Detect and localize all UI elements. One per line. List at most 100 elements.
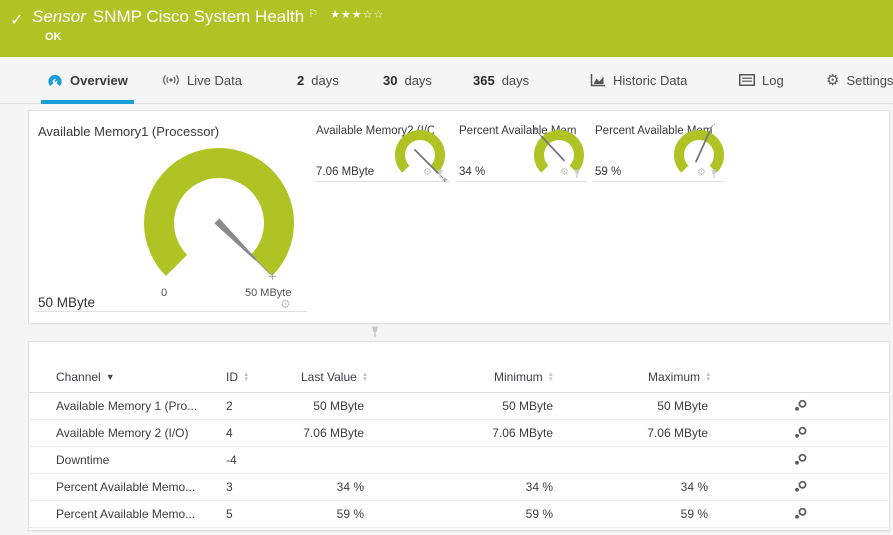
sensor-title-line: Sensor SNMP Cisco System Health ⚐ ★★★☆☆	[32, 7, 384, 27]
column-header-last-value-label: Last Value	[301, 370, 357, 384]
gauge-main-dial	[119, 139, 339, 307]
channel-id: 2	[226, 399, 233, 413]
gauge-main-title: Available Memory1 (Processor)	[38, 124, 219, 139]
channel-edit-icon[interactable]	[789, 426, 813, 442]
tab-settings[interactable]: ⚙ Settings	[820, 57, 893, 103]
sort-both-icon: ▲▼	[362, 372, 368, 382]
channel-edit-icon[interactable]	[789, 507, 813, 523]
tab-historic-data-label: Historic Data	[613, 73, 687, 88]
table-row: Percent Available Memo... 5 59 % 59 % 59…	[29, 501, 889, 528]
channel-edit-icon[interactable]	[789, 480, 813, 496]
gauge-small-3: Percent Available Mem... 59 % ⚙	[593, 123, 724, 182]
tab-log-label: Log	[762, 73, 784, 88]
sort-both-icon: ▲▼	[705, 372, 711, 382]
channel-name[interactable]: Percent Available Memo...	[56, 480, 195, 494]
channel-edit-icon[interactable]	[789, 399, 813, 415]
tab-2-days-unit: days	[311, 73, 338, 88]
status-ok-check-icon: ✓	[10, 10, 23, 30]
table-header: Channel ▼ ID ▲▼ Last Value ▲▼ Minimum ▲▼…	[29, 364, 889, 393]
tab-overview[interactable]: Overview	[41, 57, 134, 103]
tab-365-days[interactable]: 365 days	[467, 57, 535, 103]
tab-overview-label: Overview	[70, 73, 128, 88]
column-header-channel-label: Channel	[56, 370, 101, 384]
channel-edit-icon[interactable]	[789, 453, 813, 469]
gear-icon: ⚙	[826, 71, 839, 89]
channel-name[interactable]: Available Memory 1 (Pro...	[56, 399, 197, 413]
sort-both-icon: ▲▼	[243, 372, 249, 382]
gauge-icon	[47, 73, 63, 88]
sort-both-icon: ▲▼	[548, 372, 554, 382]
channel-last-value: 34 %	[274, 480, 364, 494]
chart-icon	[590, 74, 606, 87]
sensor-title: SNMP Cisco System Health	[93, 7, 304, 26]
channel-minimum: 50 MByte	[461, 399, 553, 413]
gauges-panel: Available Memory1 (Processor) 0 50 MByte…	[28, 110, 890, 324]
gauge-small-2-value: 34 %	[459, 166, 485, 178]
tab-30-days-number: 30	[383, 73, 397, 88]
priority-rating[interactable]: ★★★☆☆	[330, 9, 384, 21]
gauge-settings-gear-icon[interactable]: ⚙	[423, 168, 432, 178]
gauge-small-2: Percent Available Mem... 34 % ⚙	[457, 123, 587, 182]
tab-historic-data[interactable]: Historic Data	[584, 57, 693, 103]
channel-maximum: 34 %	[615, 480, 708, 494]
status-badge: OK	[45, 31, 62, 43]
column-header-channel[interactable]: Channel ▼	[56, 370, 115, 384]
tab-bar: Overview Live Data 2 days 30 days 365 da…	[0, 57, 893, 104]
object-type-label: Sensor	[32, 7, 86, 26]
channel-id: 5	[226, 507, 233, 521]
gauge-small-1: Available Memory2 (I/O) 7.06 MByte ⚙	[314, 123, 450, 182]
sort-desc-icon: ▼	[106, 372, 115, 382]
tab-30-days[interactable]: 30 days	[377, 57, 438, 103]
channel-id: 4	[226, 426, 233, 440]
channel-minimum: 59 %	[461, 507, 553, 521]
channel-maximum: 7.06 MByte	[615, 426, 708, 440]
gauge-main-value: 50 MByte	[38, 295, 95, 310]
channel-id: -4	[226, 453, 237, 467]
channels-panel: Channel ▼ ID ▲▼ Last Value ▲▼ Minimum ▲▼…	[28, 341, 890, 531]
gauge-small-3-value: 59 %	[595, 166, 621, 178]
column-header-id-label: ID	[226, 370, 238, 384]
tab-2-days[interactable]: 2 days	[291, 57, 345, 103]
gauge-settings-gear-icon[interactable]: ⚙	[697, 168, 706, 178]
gauge-main-scale-min: 0	[161, 287, 167, 299]
tab-log[interactable]: Log	[733, 57, 790, 103]
table-row: Available Memory 2 (I/O) 4 7.06 MByte 7.…	[29, 420, 889, 447]
prtg-sensor-overview-page: { "colors": { "green": "#b0c324", "blue"…	[0, 0, 893, 535]
tab-live-data[interactable]: Live Data	[156, 57, 248, 103]
column-header-maximum[interactable]: Maximum ▲▼	[648, 370, 711, 384]
channel-maximum: 50 MByte	[615, 399, 708, 413]
column-header-minimum-label: Minimum	[494, 370, 543, 384]
column-header-maximum-label: Maximum	[648, 370, 700, 384]
column-header-last-value[interactable]: Last Value ▲▼	[301, 370, 368, 384]
table-row: Percent Available Memo... 3 34 % 34 % 34…	[29, 474, 889, 501]
flag-icon[interactable]: ⚐	[308, 8, 318, 20]
channel-last-value: 50 MByte	[274, 399, 364, 413]
column-header-id[interactable]: ID ▲▼	[226, 370, 249, 384]
table-row: Downtime -4	[29, 447, 889, 474]
channel-last-value: 7.06 MByte	[274, 426, 364, 440]
channel-last-value: 59 %	[274, 507, 364, 521]
live-data-icon	[162, 74, 180, 86]
gauge-main: Available Memory1 (Processor) 0 50 MByte…	[29, 111, 309, 325]
column-header-minimum[interactable]: Minimum ▲▼	[494, 370, 554, 384]
gauge-small-1-value: 7.06 MByte	[316, 166, 374, 178]
channel-minimum: 34 %	[461, 480, 553, 494]
tab-live-data-label: Live Data	[187, 73, 242, 88]
tab-30-days-unit: days	[404, 73, 431, 88]
channel-name[interactable]: Available Memory 2 (I/O)	[56, 426, 189, 440]
channel-name[interactable]: Percent Available Memo...	[56, 507, 195, 521]
channel-id: 3	[226, 480, 233, 494]
stars-filled[interactable]: ★★★	[330, 9, 363, 21]
tab-2-days-number: 2	[297, 73, 304, 88]
tab-365-days-number: 365	[473, 73, 495, 88]
gauge-settings-gear-icon[interactable]: ⚙	[280, 298, 291, 310]
table-row: Available Memory 1 (Pro... 2 50 MByte 50…	[29, 393, 889, 420]
gauge-settings-gear-icon[interactable]: ⚙	[560, 168, 569, 178]
log-icon	[739, 74, 755, 86]
sensor-header: ✓ Sensor SNMP Cisco System Health ⚐ ★★★☆☆ O…	[0, 0, 893, 57]
stars-empty[interactable]: ☆☆	[363, 9, 385, 21]
channel-maximum: 59 %	[615, 507, 708, 521]
channel-minimum: 7.06 MByte	[461, 426, 553, 440]
tab-settings-label: Settings	[846, 73, 893, 88]
channel-name[interactable]: Downtime	[56, 453, 109, 467]
